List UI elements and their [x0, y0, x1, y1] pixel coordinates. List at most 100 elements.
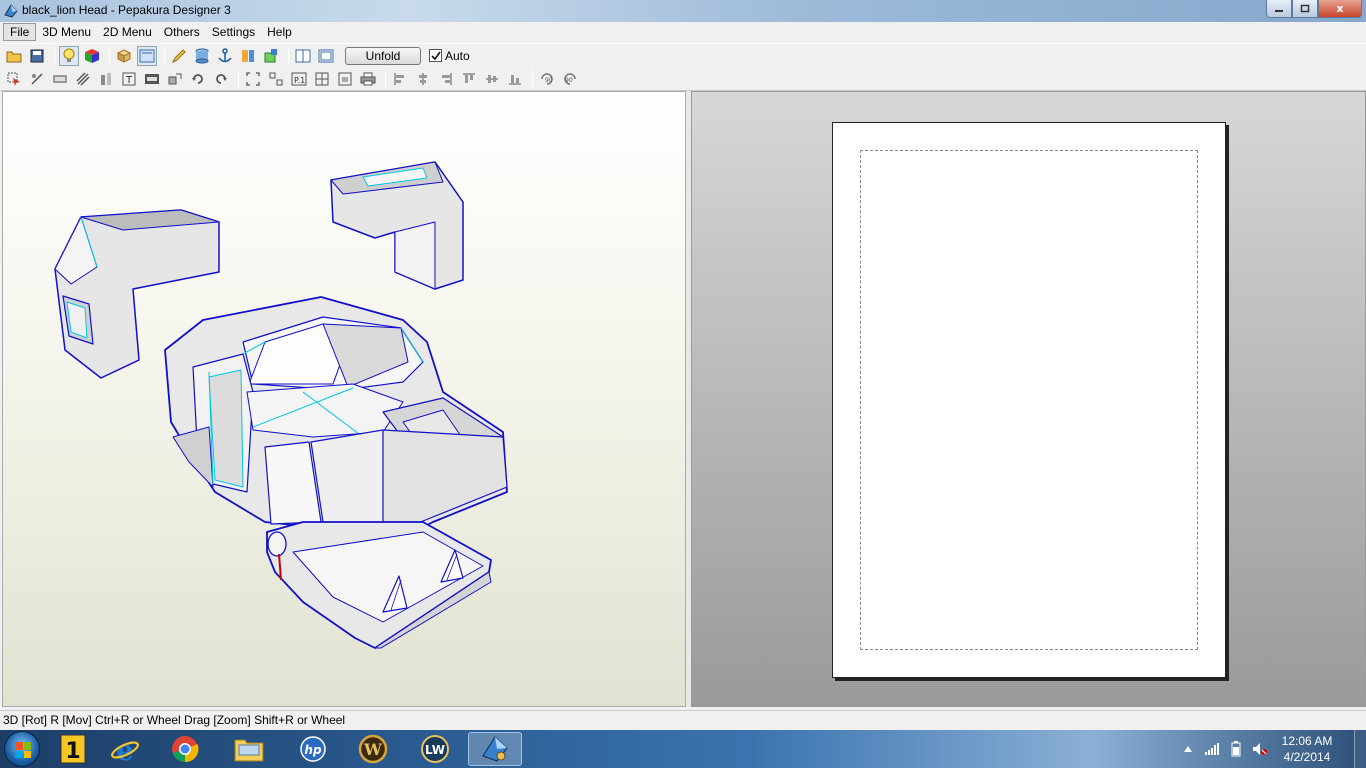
layout-icon: [315, 72, 329, 85]
taskbar-app-hp[interactable]: hp: [286, 732, 340, 766]
unfold-button[interactable]: Unfold: [345, 46, 421, 65]
align-left-tool[interactable]: [390, 69, 410, 89]
image-tool[interactable]: [142, 69, 162, 89]
volume-button[interactable]: [1252, 741, 1268, 757]
paper-sheet[interactable]: [832, 122, 1226, 678]
onepassword-label: 1: [65, 739, 80, 764]
rotate-left-tool[interactable]: [188, 69, 208, 89]
page-number-tool[interactable]: P.1: [289, 69, 309, 89]
3d-model-render[interactable]: [3, 92, 687, 708]
single-pane-icon: [295, 49, 311, 62]
align-right-tool[interactable]: [436, 69, 456, 89]
align-middle-tool[interactable]: [482, 69, 502, 89]
toolbar-separator: [288, 46, 289, 65]
cube-lock-icon: [264, 48, 277, 62]
grid-tool[interactable]: [266, 69, 286, 89]
flap-tool[interactable]: [50, 69, 70, 89]
folder-icon: [234, 739, 264, 762]
taskbar-app-lightwave[interactable]: LW: [408, 732, 462, 766]
rotate-right-tool[interactable]: [211, 69, 231, 89]
maximize-button[interactable]: [1292, 0, 1318, 18]
single-view-button[interactable]: [293, 46, 313, 66]
3d-view-pane[interactable]: [2, 91, 686, 707]
rotate-90-right-icon: 90: [564, 72, 576, 85]
menu-bar: File 3D Menu 2D Menu Others Settings Hel…: [0, 22, 1366, 42]
main-toolbar: Unfold Auto: [0, 43, 1366, 67]
move-tool[interactable]: [165, 69, 185, 89]
battery-button[interactable]: [1228, 741, 1244, 757]
window-controls: x: [1266, 0, 1362, 18]
align-bottom-tool[interactable]: [505, 69, 525, 89]
join-edge-icon: [31, 72, 43, 85]
menu-3d[interactable]: 3D Menu: [36, 24, 97, 40]
rotate-90-left-tool[interactable]: 90: [537, 69, 557, 89]
show-2d-button[interactable]: [137, 45, 157, 66]
printer-icon: [360, 72, 376, 85]
taskbar: 1 e hp W LW 12:06 AM 4/2/2014: [0, 730, 1366, 768]
pepakura-taskbar-icon: [482, 736, 508, 762]
text-tool[interactable]: T: [119, 69, 139, 89]
select-arrow-icon: [7, 72, 20, 86]
dual-view-button[interactable]: [316, 46, 336, 66]
menu-others[interactable]: Others: [158, 24, 206, 40]
tray-expand-button[interactable]: [1180, 741, 1196, 757]
join-tool[interactable]: [27, 69, 47, 89]
align-top-tool[interactable]: [459, 69, 479, 89]
layout-tool[interactable]: [312, 69, 332, 89]
align-right-icon: [442, 72, 452, 85]
taskbar-app-chrome[interactable]: [158, 732, 212, 766]
internet-explorer-icon: e: [111, 734, 139, 764]
auto-checkbox[interactable]: [429, 49, 442, 62]
minimize-icon: [1275, 9, 1283, 12]
select-tool[interactable]: [4, 69, 24, 89]
taskbar-app-internet-explorer[interactable]: e: [98, 732, 152, 766]
svg-text:hp: hp: [304, 743, 322, 757]
align-left-icon: [394, 72, 404, 85]
align-center-icon: [419, 72, 427, 85]
edit-button[interactable]: [169, 46, 189, 66]
auto-checkbox-group[interactable]: Auto: [429, 49, 470, 63]
start-button[interactable]: [4, 731, 40, 767]
open-folder-icon: [6, 51, 22, 62]
move-pieces-icon: [168, 73, 182, 84]
rotate-90-right-tool[interactable]: 90: [560, 69, 580, 89]
minimize-button[interactable]: [1266, 0, 1292, 18]
print-tool[interactable]: [358, 69, 378, 89]
show-desktop-button[interactable]: [1354, 730, 1366, 768]
texture-button[interactable]: [238, 46, 258, 66]
frame-tool[interactable]: [243, 69, 263, 89]
lightwave-icon: LW: [421, 735, 449, 763]
2d-view-pane[interactable]: [691, 91, 1366, 707]
close-button[interactable]: x: [1318, 0, 1362, 18]
taskbar-app-pepakura[interactable]: [468, 732, 522, 766]
show-3d-button[interactable]: [114, 46, 134, 66]
light-button[interactable]: [59, 45, 79, 66]
menu-2d[interactable]: 2D Menu: [97, 24, 158, 40]
lightwave-label: LW: [425, 743, 445, 757]
align-center-tool[interactable]: [413, 69, 433, 89]
anchor-button[interactable]: [215, 46, 235, 66]
taskbar-app-file-explorer[interactable]: [222, 732, 276, 766]
color-cube-button[interactable]: [82, 46, 102, 66]
toolbar-separator: [54, 46, 55, 65]
piece-tool[interactable]: [96, 69, 116, 89]
network-button[interactable]: [1204, 741, 1220, 757]
lock-button[interactable]: [261, 46, 281, 66]
print-margin: [860, 150, 1198, 650]
system-tray: 12:06 AM 4/2/2014: [1176, 730, 1366, 768]
clock-time: 12:06 AM: [1281, 734, 1333, 748]
tray-up-arrow-icon: [1184, 746, 1192, 752]
menu-help[interactable]: Help: [261, 24, 298, 40]
taskbar-app-1password[interactable]: 1: [46, 732, 100, 766]
print-preview-tool[interactable]: [335, 69, 355, 89]
system-clock[interactable]: 12:06 AM 4/2/2014: [1272, 733, 1342, 765]
cylinder-button[interactable]: [192, 46, 212, 66]
menu-settings[interactable]: Settings: [206, 24, 261, 40]
pepakura-app-icon: [4, 4, 18, 18]
menu-file[interactable]: File: [3, 23, 37, 41]
title-bar[interactable]: black_lion Head - Pepakura Designer 3 x: [0, 0, 1366, 22]
open-button[interactable]: [4, 46, 24, 66]
taskbar-app-world-of-warcraft[interactable]: W: [346, 732, 400, 766]
fold-tool[interactable]: [73, 69, 93, 89]
save-button[interactable]: [27, 46, 47, 66]
